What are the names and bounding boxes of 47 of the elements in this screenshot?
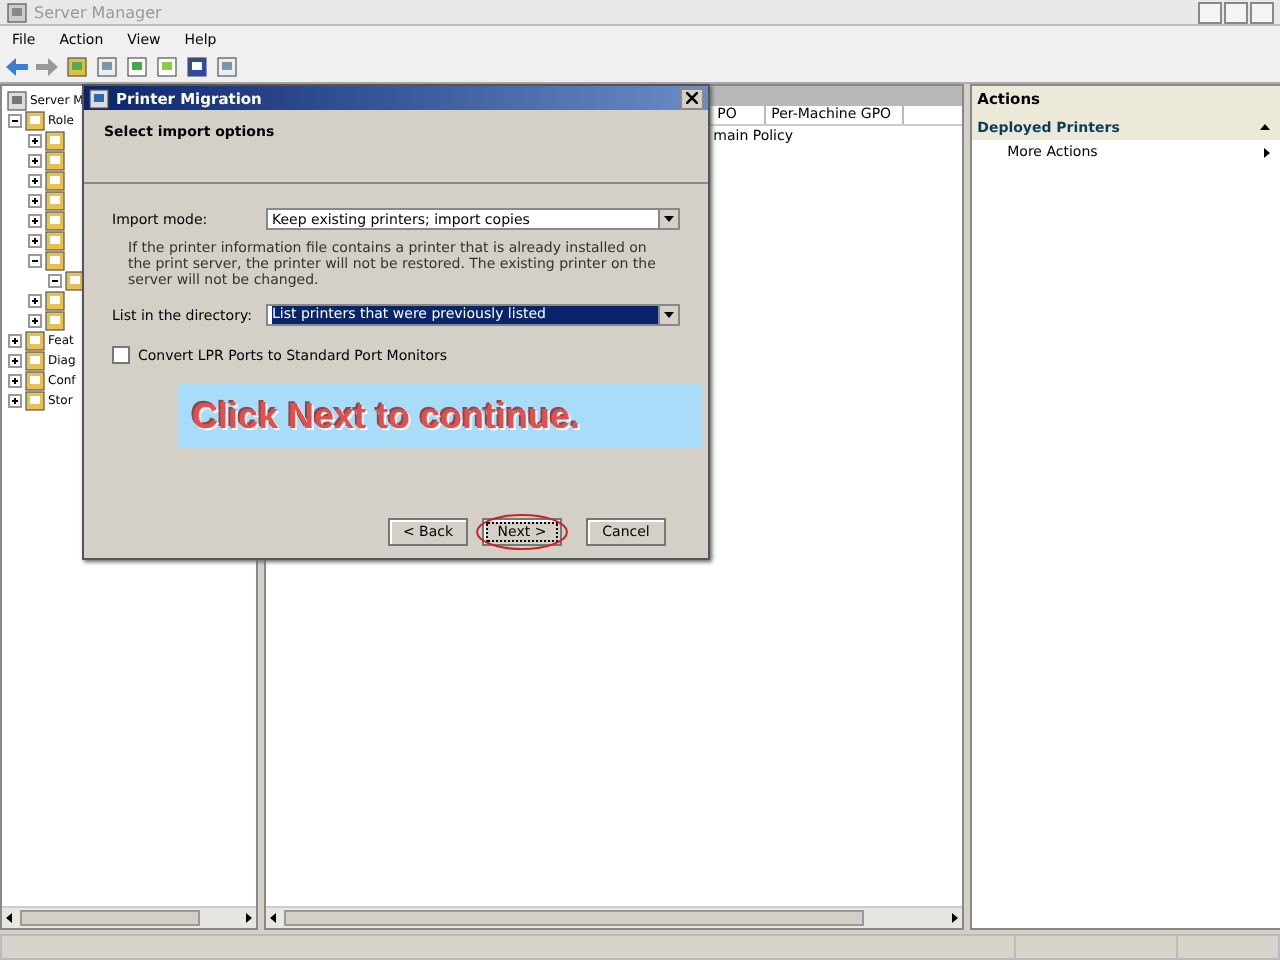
scroll-left-icon[interactable]: [265, 910, 282, 926]
folder-icon: [24, 349, 46, 371]
minimize-button[interactable]: [1198, 1, 1222, 23]
folder-icon: [44, 209, 66, 231]
folder-icon: [44, 129, 66, 151]
folder-icon: [44, 149, 66, 171]
scroll-left-icon[interactable]: [2, 910, 18, 926]
collapse-icon: [1260, 124, 1270, 130]
expand-icon[interactable]: [28, 173, 42, 187]
expand-icon[interactable]: [28, 233, 42, 247]
horizontal-scrollbar[interactable]: [265, 906, 962, 928]
expand-icon[interactable]: [28, 193, 42, 207]
dropdown-arrow-icon: [664, 216, 674, 222]
instruction-banner: Click Next to continue.: [178, 384, 702, 448]
close-button[interactable]: [680, 87, 704, 109]
expand-icon[interactable]: [28, 293, 42, 307]
close-icon: [686, 91, 698, 103]
folder-icon: [44, 189, 66, 211]
folder-icon: [44, 309, 66, 331]
expand-icon[interactable]: [8, 353, 22, 367]
dropdown-arrow-icon: [664, 312, 674, 318]
folder-icon: [44, 229, 66, 251]
folder-icon: [44, 169, 66, 191]
expand-icon[interactable]: [8, 393, 22, 407]
folder-icon: [24, 389, 46, 411]
expand-icon[interactable]: [8, 373, 22, 387]
expand-icon[interactable]: [28, 213, 42, 227]
collapse-icon[interactable]: [8, 113, 22, 127]
checkbox[interactable]: [112, 346, 130, 364]
horizontal-scrollbar[interactable]: [2, 906, 256, 928]
folder-icon: [24, 109, 46, 131]
server-icon: [6, 1, 28, 23]
expand-icon[interactable]: [8, 333, 22, 347]
collapse-icon[interactable]: [28, 253, 42, 267]
expand-icon[interactable]: [28, 133, 42, 147]
folder-icon: [24, 329, 46, 351]
folder-icon: [24, 369, 46, 391]
server-icon: [6, 89, 28, 111]
folder-icon: [44, 289, 66, 311]
expand-icon[interactable]: [28, 153, 42, 167]
maximize-button[interactable]: [1224, 1, 1248, 23]
folder-icon: [44, 249, 66, 271]
expand-icon[interactable]: [28, 313, 42, 327]
collapse-icon[interactable]: [48, 273, 62, 287]
submenu-arrow-icon: [1264, 147, 1270, 157]
window-title: Server Manager: [34, 3, 162, 21]
back-icon[interactable]: [6, 58, 28, 76]
